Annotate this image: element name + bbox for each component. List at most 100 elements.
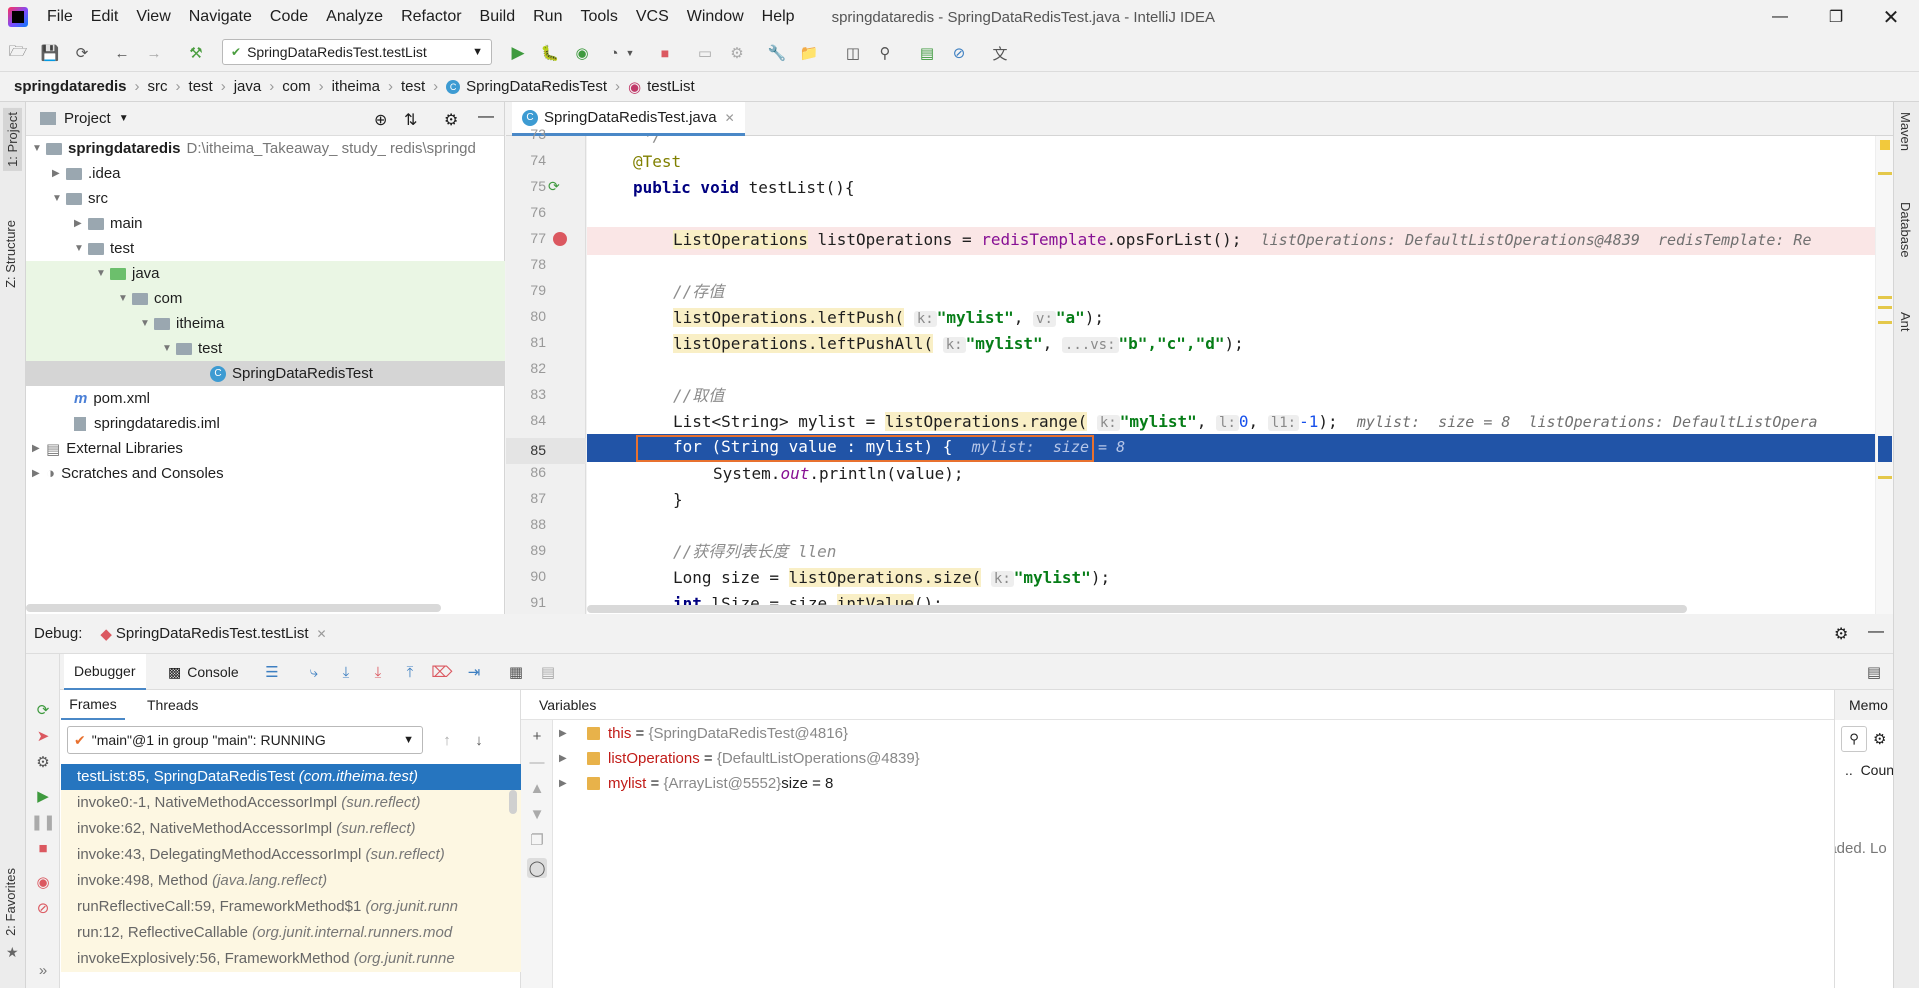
frame-row[interactable]: invoke:62, NativeMethodAccessorImpl (sun… [61, 816, 521, 842]
variable-row[interactable]: ▶ this = {SpringDataRedisTest@4816} [553, 721, 1866, 746]
code-editor[interactable]: */ @Test public void testList(){ ListOpe… [587, 136, 1893, 614]
thread-select[interactable]: ✔ "main"@1 in group "main": RUNNING ▼ [67, 726, 423, 754]
breadcrumb-project[interactable]: springdataredis [14, 78, 127, 95]
save-icon[interactable]: 💾 [40, 43, 60, 63]
tool-tab-database[interactable]: Database [1898, 202, 1913, 258]
add-watch-icon[interactable]: + [527, 726, 547, 746]
restore-layout-icon[interactable]: ⚙ [33, 752, 53, 772]
forward-icon[interactable]: → [144, 43, 164, 63]
translate-icon[interactable]: 文 [990, 43, 1010, 63]
force-step-into-icon[interactable]: ⤓ [368, 662, 388, 682]
move-down-icon[interactable]: ▼ [527, 804, 547, 824]
rerun-failed-icon[interactable]: ➤ [33, 726, 53, 746]
tree-item-src[interactable]: ▼ src [26, 186, 505, 211]
settings-wrench-icon[interactable]: 🔧 [767, 43, 787, 63]
tab-springdataredistest-java[interactable]: C SpringDataRedisTest.java ✕ [512, 102, 745, 136]
memory-count-header[interactable]: .. Count [1845, 762, 1893, 778]
menu-code[interactable]: Code [261, 8, 317, 26]
frame-down-icon[interactable]: ↓ [469, 730, 489, 750]
frame-up-icon[interactable]: ↑ [437, 730, 457, 750]
tree-item-root[interactable]: ▼ springdataredis D:\itheima_Takeaway_ s… [26, 136, 505, 161]
search-icon[interactable]: ⚲ [1841, 726, 1867, 752]
menu-edit[interactable]: Edit [82, 8, 128, 26]
memory-settings-icon[interactable]: ⚙ [1873, 730, 1886, 748]
remove-watch-icon[interactable]: — [527, 752, 547, 772]
collapsed-arrow-icon[interactable]: ▶ [559, 778, 573, 789]
build-hammer-icon[interactable]: ⚒ [186, 43, 206, 63]
hide-panel-icon[interactable]: — [478, 108, 494, 126]
editor-marker-bar[interactable] [1875, 136, 1893, 614]
frame-row[interactable]: invoke:498, Method (java.lang.reflect) [61, 868, 521, 894]
resume-icon[interactable]: ▶ [33, 786, 53, 806]
tab-debugger[interactable]: Debugger [64, 654, 146, 690]
locate-icon[interactable]: ⊕ [374, 110, 387, 130]
menu-file[interactable]: File [38, 8, 82, 26]
show-execution-point-icon[interactable]: ☰ [262, 662, 282, 682]
move-up-icon[interactable]: ▲ [527, 778, 547, 798]
editor-gutter[interactable]: 73 74 75 ⟳ 76 77 78 79 80 81 82 83 84 85… [506, 126, 586, 614]
menu-window[interactable]: Window [678, 8, 753, 26]
gear-icon[interactable]: ⚙ [1834, 624, 1848, 644]
chevron-down-icon[interactable]: ▼ [119, 113, 129, 124]
menu-analyze[interactable]: Analyze [317, 8, 392, 26]
stop-icon[interactable]: ■ [655, 43, 675, 63]
evaluate-expression-icon[interactable]: ▦ [506, 662, 526, 682]
minimize-icon[interactable]: — [1752, 0, 1808, 34]
memory-header[interactable]: Memo ⌄ [1835, 690, 1893, 720]
debug-session-tab[interactable]: SpringDataRedisTest.testList [116, 625, 309, 642]
breakpoint-icon[interactable] [553, 232, 567, 246]
tree-item-java[interactable]: ▼ java [26, 261, 505, 286]
collapsed-arrow-icon[interactable]: ▶ [559, 728, 573, 739]
tree-item-external-libraries[interactable]: ▶ ▤ External Libraries [26, 436, 505, 461]
close-session-icon[interactable]: ✕ [317, 627, 327, 641]
layout-settings-icon[interactable]: ▤ [1864, 662, 1884, 682]
watches-glasses-icon[interactable]: ◯ [527, 858, 547, 878]
collapsed-arrow-icon[interactable]: ▶ [559, 753, 573, 764]
frames-scrollbar[interactable] [509, 790, 517, 814]
tree-item-main[interactable]: ▶ main [26, 211, 505, 236]
step-over-icon[interactable]: ⤷ [304, 662, 324, 682]
mute-breakpoints-icon[interactable]: ⊘ [33, 898, 53, 918]
gear-icon[interactable]: ⚙ [444, 110, 458, 130]
breadcrumb-method[interactable]: testList [647, 78, 695, 95]
stop-icon[interactable]: ■ [33, 838, 53, 858]
search-icon[interactable]: ⚲ [875, 43, 895, 63]
breadcrumb-class[interactable]: SpringDataRedisTest [466, 78, 607, 95]
tree-item-test-package[interactable]: ▼ test [26, 336, 505, 361]
tree-item-com[interactable]: ▼ com [26, 286, 505, 311]
breadcrumb-java[interactable]: java [234, 78, 262, 95]
pause-icon[interactable]: ❚❚ [30, 812, 55, 832]
run-icon[interactable]: ▶ [508, 43, 528, 63]
variable-row[interactable]: ▶ listOperations = {DefaultListOperation… [553, 746, 1866, 771]
sync-icon[interactable]: ⟳ [72, 43, 92, 63]
back-icon[interactable]: ← [112, 43, 132, 63]
frame-row[interactable]: testList:85, SpringDataRedisTest (com.it… [61, 764, 521, 790]
tree-item-pom[interactable]: m pom.xml [26, 386, 505, 411]
frame-row[interactable]: invoke0:-1, NativeMethodAccessorImpl (su… [61, 790, 521, 816]
tree-item-idea[interactable]: ▶ .idea [26, 161, 505, 186]
horizontal-scrollbar[interactable] [26, 604, 441, 612]
terminal-icon[interactable]: ◫ [843, 43, 863, 63]
menu-help[interactable]: Help [753, 8, 804, 26]
attach-debugger-icon[interactable]: ▭ [695, 43, 715, 63]
more-icon[interactable]: » [33, 960, 53, 980]
step-into-icon[interactable]: ⤓ [336, 662, 356, 682]
menu-run[interactable]: Run [524, 8, 571, 26]
tool-tab-ant[interactable]: Ant [1898, 312, 1913, 332]
breadcrumb-test-package[interactable]: test [401, 78, 425, 95]
profile-dropdown-icon[interactable]: ▼ [620, 43, 640, 63]
collapse-all-icon[interactable]: ⇅ [404, 110, 417, 130]
tab-frames[interactable]: Frames [61, 690, 125, 720]
tree-item-itheima[interactable]: ▼ itheima [26, 311, 505, 336]
power-save-icon[interactable]: ⊘ [949, 43, 969, 63]
menu-vcs[interactable]: VCS [627, 8, 678, 26]
vm-monitor-icon[interactable]: ▤ [917, 43, 937, 63]
copy-icon[interactable]: ❐ [527, 830, 547, 850]
breadcrumb-test[interactable]: test [189, 78, 213, 95]
breadcrumb-itheima[interactable]: itheima [332, 78, 380, 95]
run-configuration-select[interactable]: ✔ SpringDataRedisTest.testList ▼ [222, 39, 492, 65]
frame-row[interactable]: invoke:43, DelegatingMethodAccessorImpl … [61, 842, 521, 868]
run-test-gutter-icon[interactable]: ⟳ [548, 178, 560, 195]
breadcrumb-com[interactable]: com [282, 78, 310, 95]
variable-row[interactable]: ▶ mylist = {ArrayList@5552} size = 8 [553, 771, 1866, 796]
